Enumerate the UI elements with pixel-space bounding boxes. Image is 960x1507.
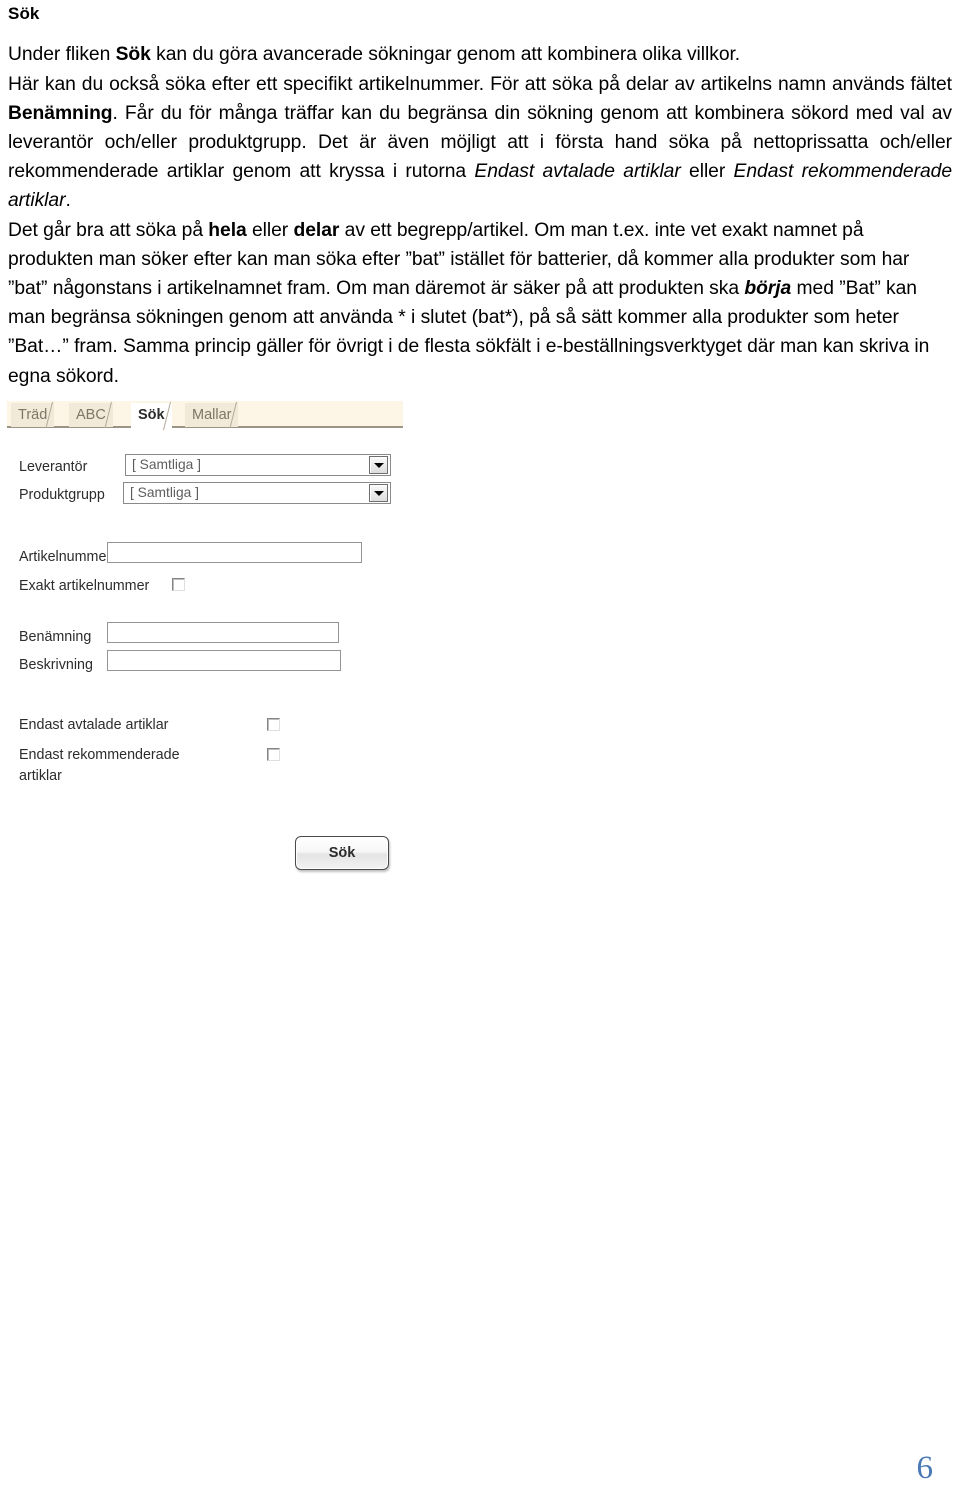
leverantor-dropdown[interactable]: [ Samtliga ] bbox=[125, 454, 391, 476]
endast-rekommenderade-checkbox[interactable] bbox=[267, 748, 280, 761]
benamning-label: Benämning bbox=[19, 629, 92, 645]
benamning-input[interactable] bbox=[107, 622, 339, 643]
tab-separator-icon bbox=[51, 403, 63, 427]
application-screenshot: Träd ABC Sök Mallar Leverantör [ Samtlig… bbox=[7, 401, 407, 870]
produktgrupp-label: Produktgrupp bbox=[19, 487, 105, 503]
page-title: Sök bbox=[8, 4, 40, 23]
produktgrupp-value: [ Samtliga ] bbox=[130, 485, 200, 500]
tab-trad-label: Träd bbox=[18, 407, 48, 423]
paragraph-line-1: Under fliken Sök kan du göra avancerade … bbox=[8, 40, 952, 69]
search-button[interactable]: Sök bbox=[295, 836, 389, 870]
tab-sok[interactable]: Sök bbox=[131, 403, 172, 429]
tab-separator-icon bbox=[110, 403, 122, 427]
text-run: hela bbox=[208, 219, 247, 241]
endast-rekommenderade-label-line1: Endast rekommenderade bbox=[19, 747, 180, 763]
text-run: eller bbox=[246, 219, 294, 241]
text-run: Under fliken bbox=[8, 44, 116, 66]
tab-strip: Träd ABC Sök Mallar bbox=[7, 401, 403, 429]
tab-abc-label: ABC bbox=[76, 407, 106, 423]
endast-rekommenderade-label-line2: artiklar bbox=[19, 768, 62, 784]
paragraph-line-3: Det går bra att söka på hela eller delar… bbox=[8, 216, 952, 391]
body-copy: Under fliken Sök kan du göra avancerade … bbox=[8, 40, 952, 390]
leverantor-label: Leverantör bbox=[19, 459, 88, 475]
produktgrupp-dropdown[interactable]: [ Samtliga ] bbox=[123, 482, 391, 504]
text-run: börja bbox=[744, 278, 792, 300]
document-body: Sök Under fliken Sök kan du göra avancer… bbox=[8, 4, 952, 391]
tab-abc[interactable]: ABC bbox=[69, 403, 113, 427]
tab-trad[interactable]: Träd bbox=[11, 403, 55, 427]
tab-sok-label: Sök bbox=[138, 407, 165, 423]
chevron-down-icon[interactable] bbox=[369, 484, 388, 502]
artikelnummer-label: Artikelnummer bbox=[19, 549, 112, 565]
text-run: kan du göra avancerade sökningar genom a… bbox=[150, 44, 741, 66]
text-run: Endast avtalade artiklar bbox=[474, 161, 681, 183]
text-run: delar bbox=[293, 219, 340, 241]
endast-avtalade-label: Endast avtalade artiklar bbox=[19, 717, 169, 733]
exakt-artikelnummer-label: Exakt artikelnummer bbox=[19, 578, 150, 594]
tab-separator-icon bbox=[169, 403, 181, 427]
tab-mallar[interactable]: Mallar bbox=[185, 403, 239, 427]
tab-mallar-label: Mallar bbox=[192, 407, 232, 423]
chevron-down-icon[interactable] bbox=[369, 456, 388, 474]
search-form: Leverantör [ Samtliga ] Produktgrupp [ S… bbox=[7, 428, 407, 870]
artikelnummer-input[interactable] bbox=[107, 542, 362, 563]
paragraph-line-2: Här kan du också söka efter ett specifik… bbox=[8, 70, 952, 216]
beskrivning-input[interactable] bbox=[107, 650, 341, 671]
text-run: eller bbox=[680, 161, 734, 183]
page-number: 6 bbox=[916, 1450, 934, 1486]
leverantor-value: [ Samtliga ] bbox=[132, 457, 202, 472]
text-run: Det går bra att söka på bbox=[8, 219, 209, 241]
tab-separator-icon bbox=[235, 403, 247, 427]
text-run: Benämning bbox=[8, 102, 113, 124]
beskrivning-label: Beskrivning bbox=[19, 657, 93, 673]
exakt-artikelnummer-checkbox[interactable] bbox=[172, 578, 185, 591]
text-run: Sök bbox=[115, 44, 151, 66]
text-run: . bbox=[65, 190, 71, 212]
text-run: Här kan du också söka efter ett specifik… bbox=[8, 73, 952, 95]
endast-avtalade-checkbox[interactable] bbox=[267, 718, 280, 731]
